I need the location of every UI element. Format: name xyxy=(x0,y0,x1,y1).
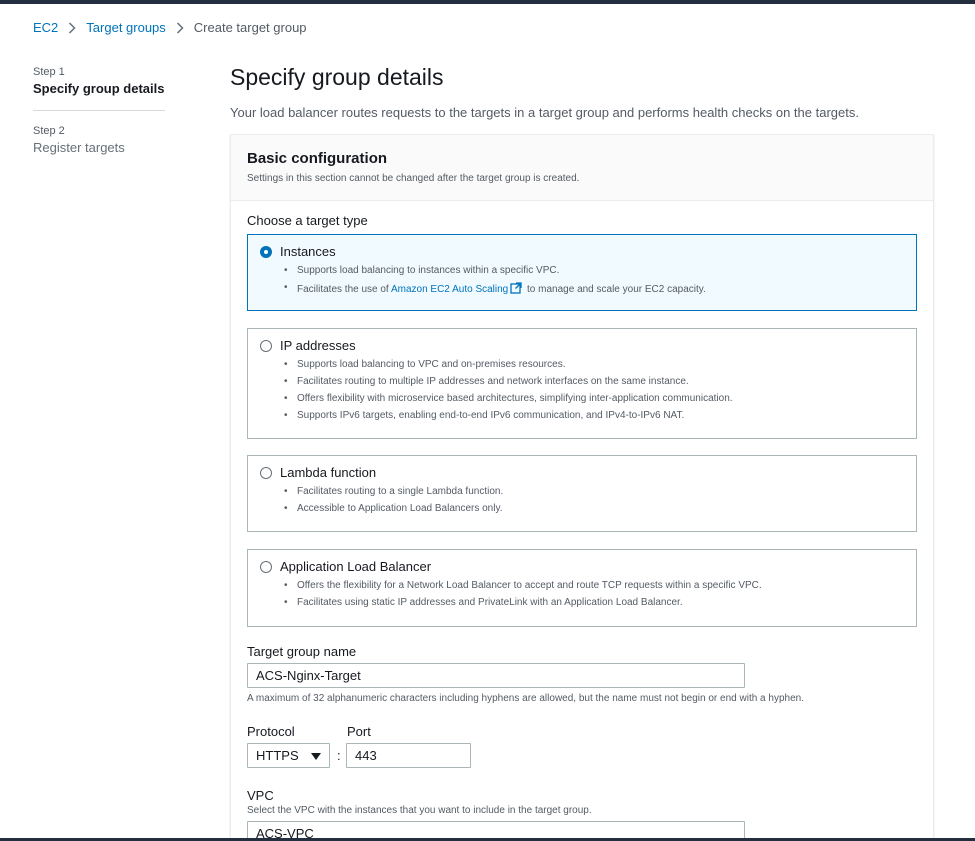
external-link-icon[interactable] xyxy=(510,282,522,298)
top-bar xyxy=(0,0,975,4)
auto-scaling-link[interactable]: Amazon EC2 Auto Scaling xyxy=(391,284,508,295)
panel-description: Settings in this section cannot be chang… xyxy=(247,173,580,184)
list-item: Facilitates using static IP addresses an… xyxy=(284,597,762,614)
list-item: Supports load balancing to VPC and on-pr… xyxy=(284,359,733,376)
vpc-label: VPC xyxy=(247,788,274,803)
breadcrumb-target-groups-link[interactable]: Target groups xyxy=(86,20,166,35)
list-item: Supports load balancing to instances wit… xyxy=(284,265,706,282)
panel-title: Basic configuration xyxy=(247,150,388,167)
tile-bullets-alb: Offers the flexibility for a Network Loa… xyxy=(284,580,762,614)
step-1: Step 1 Specify group details xyxy=(33,66,165,96)
list-item: Accessible to Application Load Balancers… xyxy=(284,503,503,520)
tile-title-instances: Instances xyxy=(280,244,336,259)
target-type-instances-tile[interactable]: Instances Supports load balancing to ins… xyxy=(247,234,917,311)
radio-ip-addresses[interactable] xyxy=(260,340,272,352)
target-group-name-hint: A maximum of 32 alphanumeric characters … xyxy=(247,693,804,704)
radio-instances[interactable] xyxy=(260,246,272,258)
tile-title-ip-addresses: IP addresses xyxy=(280,338,356,353)
vpc-hint: Select the VPC with the instances that y… xyxy=(247,805,592,816)
list-item: Offers flexibility with microservice bas… xyxy=(284,393,733,410)
tile-bullets-lambda: Facilitates routing to a single Lambda f… xyxy=(284,486,503,520)
breadcrumb-current: Create target group xyxy=(193,20,307,35)
target-type-label: Choose a target type xyxy=(247,213,368,228)
chevron-right-icon xyxy=(68,21,76,34)
port-input[interactable]: 443 xyxy=(346,743,471,768)
list-item: Facilitates the use of Amazon EC2 Auto S… xyxy=(284,282,706,299)
bullet-text: Facilitates the use of xyxy=(297,284,391,295)
target-type-alb-tile[interactable]: Application Load Balancer Offers the fle… xyxy=(247,549,917,627)
target-type-ip-addresses-tile[interactable]: IP addresses Supports load balancing to … xyxy=(247,328,917,439)
list-item: Facilitates routing to multiple IP addre… xyxy=(284,376,733,393)
port-label: Port xyxy=(347,724,371,739)
breadcrumb: EC2 Target groups Create target group xyxy=(33,20,307,35)
caret-down-icon xyxy=(311,748,321,763)
chevron-right-icon xyxy=(176,21,184,34)
step-1-title: Specify group details xyxy=(33,81,165,96)
protocol-value: HTTPS xyxy=(256,748,299,763)
step-2: Step 2 Register targets xyxy=(33,125,165,155)
target-group-name-input[interactable]: ACS-Nginx-Target xyxy=(247,663,745,688)
radio-alb[interactable] xyxy=(260,561,272,573)
page-header: Specify group details Your load balancer… xyxy=(230,64,935,120)
port-separator: : xyxy=(337,748,341,763)
list-item: Offers the flexibility for a Network Loa… xyxy=(284,580,762,597)
list-item: Facilitates routing to a single Lambda f… xyxy=(284,486,503,503)
breadcrumb-ec2-link[interactable]: EC2 xyxy=(33,20,58,35)
tile-title-lambda: Lambda function xyxy=(280,465,377,480)
target-type-lambda-tile[interactable]: Lambda function Facilitates routing to a… xyxy=(247,455,917,532)
protocol-select[interactable]: HTTPS xyxy=(247,743,330,768)
step-1-label: Step 1 xyxy=(33,66,65,78)
page-title: Specify group details xyxy=(230,64,444,90)
step-divider xyxy=(33,110,165,111)
page-description: Your load balancer routes requests to th… xyxy=(230,105,859,120)
tile-bullets-instances: Supports load balancing to instances wit… xyxy=(284,265,706,299)
panel-header: Basic configuration Settings in this sec… xyxy=(231,135,933,201)
step-2-label: Step 2 xyxy=(33,125,65,137)
list-item: Supports IPv6 targets, enabling end-to-e… xyxy=(284,410,733,427)
wizard-steps: Step 1 Specify group details Step 2 Regi… xyxy=(33,66,165,155)
step-2-title[interactable]: Register targets xyxy=(33,140,165,155)
bullet-text: to manage and scale your EC2 capacity. xyxy=(524,284,706,295)
protocol-label: Protocol xyxy=(247,724,295,739)
target-group-name-label: Target group name xyxy=(247,644,357,659)
radio-lambda[interactable] xyxy=(260,467,272,479)
tile-title-alb: Application Load Balancer xyxy=(280,559,432,574)
tile-bullets-ip-addresses: Supports load balancing to VPC and on-pr… xyxy=(284,359,733,427)
basic-configuration-panel: Basic configuration Settings in this sec… xyxy=(230,134,934,841)
